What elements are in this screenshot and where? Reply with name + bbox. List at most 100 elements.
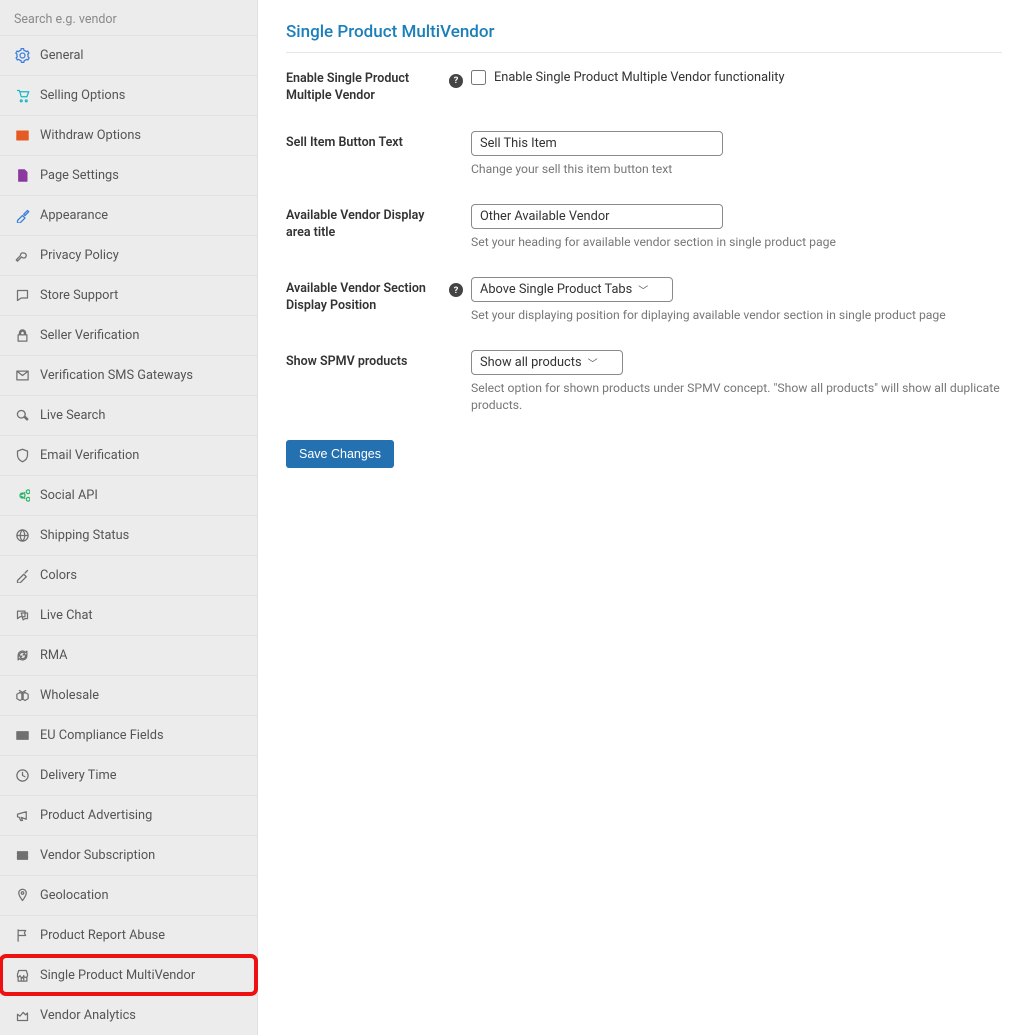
label-enable: Enable Single Product Multiple Vendor — [286, 67, 449, 105]
save-button[interactable]: Save Changes — [286, 440, 394, 468]
sidebar-item-label: Delivery Time — [40, 768, 117, 783]
sidebar-item-general[interactable]: General — [0, 35, 257, 75]
sidebar-item-label: Colors — [40, 568, 77, 583]
sidebar-item-vendor-analytics[interactable]: Vendor Analytics — [0, 995, 257, 1035]
sidebar-item-email-verification[interactable]: Email Verification — [0, 435, 257, 475]
gear-icon — [14, 48, 30, 64]
sidebar-item-label: Verification SMS Gateways — [40, 368, 193, 383]
sidebar-item-store-support[interactable]: Store Support — [0, 275, 257, 315]
sidebar-item-selling-options[interactable]: Selling Options — [0, 75, 257, 115]
row-position: Available Vendor Section Display Positio… — [286, 277, 1002, 324]
sidebar-item-label: RMA — [40, 648, 68, 663]
search-icon — [14, 408, 30, 424]
show-products-select-value: Show all products — [480, 355, 582, 370]
globe-icon — [14, 528, 30, 544]
shield-icon — [14, 448, 30, 464]
sidebar-item-eu-compliance-fields[interactable]: EU Compliance Fields — [0, 715, 257, 755]
store-icon — [14, 968, 30, 984]
sidebar-item-product-report-abuse[interactable]: Product Report Abuse — [0, 915, 257, 955]
label-button-text: Sell Item Button Text — [286, 131, 449, 152]
hint-area-title: Set your heading for available vendor se… — [471, 234, 1002, 251]
sidebar-item-withdraw-options[interactable]: Withdraw Options — [0, 115, 257, 155]
hint-position: Set your displaying position for diplayi… — [471, 307, 1002, 324]
boxes-icon — [14, 688, 30, 704]
enable-checkbox-label: Enable Single Product Multiple Vendor fu… — [494, 70, 785, 85]
sidebar-item-social-api[interactable]: Social API — [0, 475, 257, 515]
sidebar-item-colors[interactable]: Colors — [0, 555, 257, 595]
sidebar-item-label: Geolocation — [40, 888, 109, 903]
sidebar: Search e.g. vendor General Selling Option… — [0, 0, 258, 1035]
sidebar-item-privacy-policy[interactable]: Privacy Policy — [0, 235, 257, 275]
sidebar-item-label: Appearance — [40, 208, 108, 223]
sidebar-item-label: Shipping Status — [40, 528, 129, 543]
sidebar-item-label: Email Verification — [40, 448, 139, 463]
clock-icon — [14, 768, 30, 784]
position-select[interactable]: Above Single Product Tabs ﹀ — [471, 277, 673, 302]
page-title: Single Product MultiVendor — [286, 22, 1002, 53]
main-panel: Single Product MultiVendor Enable Single… — [258, 0, 1024, 1035]
sidebar-item-live-search[interactable]: Live Search — [0, 395, 257, 435]
help-icon[interactable]: ? — [449, 74, 463, 88]
brush-icon — [14, 208, 30, 224]
sidebar-item-live-chat[interactable]: Live Chat — [0, 595, 257, 635]
show-products-select[interactable]: Show all products ﹀ — [471, 350, 623, 375]
button-text-input[interactable] — [471, 131, 723, 156]
row-button-text: Sell Item Button Text Change your sell t… — [286, 131, 1002, 178]
page-icon — [14, 168, 30, 184]
share-icon — [14, 488, 30, 504]
sidebar-item-label: Withdraw Options — [40, 128, 141, 143]
sidebar-item-label: Page Settings — [40, 168, 119, 183]
sidebar-item-page-settings[interactable]: Page Settings — [0, 155, 257, 195]
sidebar-item-label: Vendor Subscription — [40, 848, 155, 863]
chevron-down-icon: ﹀ — [588, 355, 598, 370]
row-show-products: Show SPMV products Show all products ﹀ S… — [286, 350, 1002, 414]
help-icon[interactable]: ? — [449, 283, 463, 297]
sidebar-item-label: Product Advertising — [40, 808, 152, 823]
enable-checkbox[interactable] — [471, 70, 486, 85]
sidebar-item-label: Vendor Analytics — [40, 1008, 136, 1023]
sidebar-item-seller-verification[interactable]: Seller Verification — [0, 315, 257, 355]
app-wrapper: Search e.g. vendor General Selling Option… — [0, 0, 1024, 1035]
chat-icon — [14, 288, 30, 304]
key-icon — [14, 248, 30, 264]
analytics-icon — [14, 1008, 30, 1024]
sidebar-item-product-advertising[interactable]: Product Advertising — [0, 795, 257, 835]
sidebar-search-placeholder[interactable]: Search e.g. vendor — [0, 0, 257, 35]
area-title-input[interactable] — [471, 204, 723, 229]
paint-icon — [14, 568, 30, 584]
sidebar-item-label: Store Support — [40, 288, 118, 303]
sidebar-item-vendor-subscription[interactable]: Vendor Subscription — [0, 835, 257, 875]
sidebar-item-label: Live Chat — [40, 608, 93, 623]
sidebar-item-label: EU Compliance Fields — [40, 728, 164, 743]
chevron-down-icon: ﹀ — [638, 282, 648, 297]
sidebar-item-label: Seller Verification — [40, 328, 139, 343]
sidebar-item-label: General — [40, 48, 84, 63]
row-enable: Enable Single Product Multiple Vendor ? … — [286, 67, 1002, 105]
cart-icon — [14, 88, 30, 104]
sidebar-item-verification-sms-gateways[interactable]: Verification SMS Gateways — [0, 355, 257, 395]
label-show-products: Show SPMV products — [286, 350, 449, 371]
lock-icon — [14, 328, 30, 344]
sidebar-item-rma[interactable]: RMA — [0, 635, 257, 675]
sidebar-item-label: Social API — [40, 488, 98, 503]
sidebar-item-label: Selling Options — [40, 88, 125, 103]
row-area-title: Available Vendor Display area title Set … — [286, 204, 1002, 251]
flag-icon — [14, 928, 30, 944]
sidebar-item-delivery-time[interactable]: Delivery Time — [0, 755, 257, 795]
pin-icon — [14, 888, 30, 904]
sidebar-item-label: Product Report Abuse — [40, 928, 165, 943]
mail-icon — [14, 368, 30, 384]
sidebar-item-single-product-multivendor[interactable]: Single Product MultiVendor — [0, 955, 257, 995]
livechat-icon — [14, 608, 30, 624]
sidebar-item-label: Single Product MultiVendor — [40, 968, 195, 983]
sidebar-item-label: Wholesale — [40, 688, 99, 703]
card-icon — [14, 728, 30, 744]
megaphone-icon — [14, 808, 30, 824]
sidebar-item-appearance[interactable]: Appearance — [0, 195, 257, 235]
hint-button-text: Change your sell this item button text — [471, 161, 1002, 178]
sidebar-item-wholesale[interactable]: Wholesale — [0, 675, 257, 715]
label-area-title: Available Vendor Display area title — [286, 204, 449, 242]
sidebar-item-geolocation[interactable]: Geolocation — [0, 875, 257, 915]
withdraw-icon — [14, 128, 30, 144]
sidebar-item-shipping-status[interactable]: Shipping Status — [0, 515, 257, 555]
